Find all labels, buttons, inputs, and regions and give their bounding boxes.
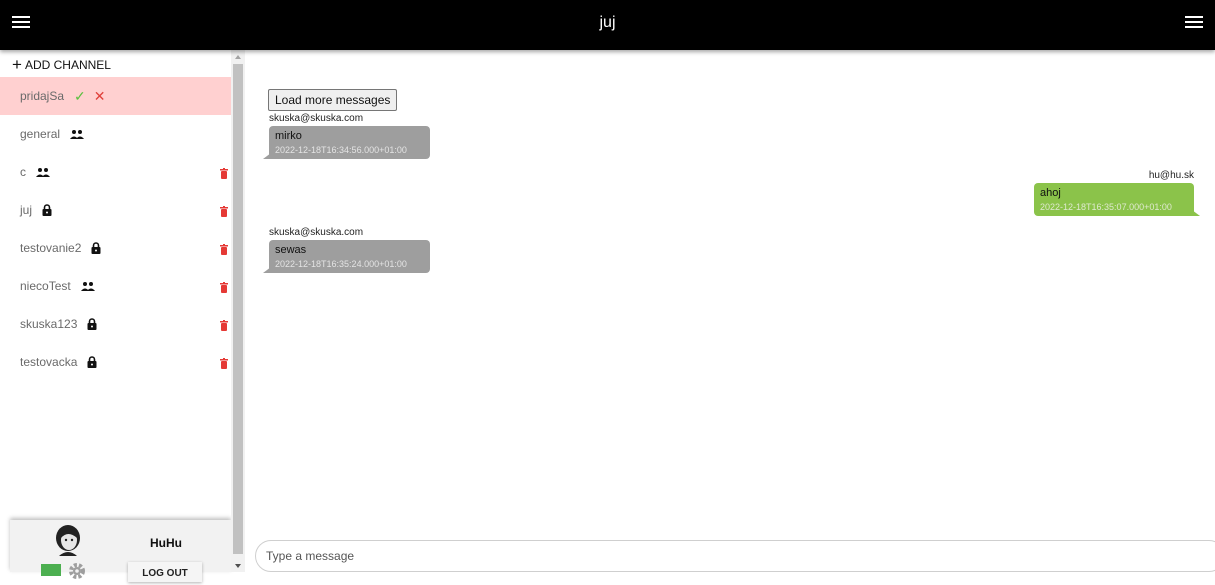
message-text: mirko	[275, 130, 302, 142]
message-text: sewas	[275, 244, 307, 256]
scroll-up-arrow-icon[interactable]	[235, 55, 241, 59]
message-bubble: mirko 2022-12-18T16:34:56.000+01:00	[263, 126, 430, 159]
trash-icon[interactable]	[220, 166, 228, 184]
trash-icon[interactable]	[220, 318, 228, 336]
channel-label: juj	[20, 203, 33, 217]
scroll-down-arrow-icon[interactable]	[235, 564, 241, 568]
chat-area: Load more messages skuska@skuska.com mir…	[245, 50, 1215, 572]
user-nickname: HuHu	[150, 536, 182, 550]
sidebar: + ADD CHANNEL pridajSa ✓ ✕ general c juj…	[0, 50, 231, 582]
channel-label: niecoTest	[20, 279, 71, 293]
channel-item-juj[interactable]: juj	[0, 191, 231, 229]
trash-icon[interactable]	[220, 356, 228, 374]
channel-label: testovacka	[20, 355, 78, 369]
message-input-wrapper	[255, 540, 1215, 572]
profile-panel: HuHu LOG OUT	[10, 520, 231, 582]
channel-item-testovanie2[interactable]: testovanie2	[0, 229, 231, 267]
bubble-tail	[263, 153, 271, 159]
message-sender: skuska@skuska.com	[269, 113, 364, 124]
group-icon	[36, 167, 50, 177]
menu-right-icon[interactable]	[1185, 16, 1203, 32]
channel-item-skuska123[interactable]: skuska123	[0, 305, 231, 343]
message-text: ahoj	[1040, 187, 1061, 199]
bubble-tail	[1192, 210, 1200, 216]
message-time: 2022-12-18T16:35:07.000+01:00	[1040, 202, 1172, 212]
channel-item-testovacka[interactable]: testovacka	[0, 343, 231, 381]
add-channel-label: ADD CHANNEL	[24, 58, 111, 72]
message-sender: skuska@skuska.com	[269, 227, 364, 238]
decline-icon[interactable]: ✕	[94, 88, 106, 105]
channel-item-niecotest[interactable]: niecoTest	[0, 267, 231, 305]
message-time: 2022-12-18T16:35:24.000+01:00	[275, 259, 407, 269]
channel-item-general[interactable]: general	[0, 115, 231, 153]
sidebar-scrollbar[interactable]	[231, 50, 245, 572]
message-bubble: ahoj 2022-12-18T16:35:07.000+01:00	[1034, 183, 1200, 216]
trash-icon[interactable]	[220, 204, 228, 222]
message-bubble: sewas 2022-12-18T16:35:24.000+01:00	[263, 240, 430, 273]
channel-invite-label: pridajSa	[20, 89, 65, 103]
group-icon	[70, 129, 85, 139]
lock-icon	[42, 204, 52, 216]
channel-label: skuska123	[20, 317, 78, 331]
top-bar: juj	[0, 0, 1215, 50]
trash-icon[interactable]	[220, 280, 228, 298]
message-input[interactable]	[266, 549, 1166, 563]
accept-icon[interactable]: ✓	[74, 88, 86, 105]
bubble-tail	[263, 267, 271, 273]
channel-invite[interactable]: pridajSa ✓ ✕	[0, 77, 231, 115]
message-sender: hu@hu.sk	[1148, 170, 1194, 181]
channel-item-c[interactable]: c	[0, 153, 231, 191]
logout-button[interactable]: LOG OUT	[128, 562, 202, 582]
load-more-button[interactable]: Load more messages	[268, 89, 398, 111]
channel-label: general	[20, 127, 61, 141]
trash-icon[interactable]	[220, 242, 228, 260]
avatar	[53, 524, 83, 556]
status-indicator[interactable]	[41, 564, 61, 576]
scroll-thumb[interactable]	[233, 64, 243, 554]
message-time: 2022-12-18T16:34:56.000+01:00	[275, 145, 407, 155]
channel-label: c	[20, 165, 26, 179]
group-icon	[80, 281, 95, 291]
channel-label: testovanie2	[20, 241, 82, 255]
lock-icon	[91, 242, 101, 254]
gear-icon[interactable]	[68, 562, 86, 585]
lock-icon	[87, 356, 97, 368]
plus-icon: +	[12, 55, 22, 74]
channel-title: juj	[599, 14, 616, 31]
add-channel-button[interactable]: + ADD CHANNEL	[12, 55, 111, 74]
lock-icon	[87, 318, 97, 330]
